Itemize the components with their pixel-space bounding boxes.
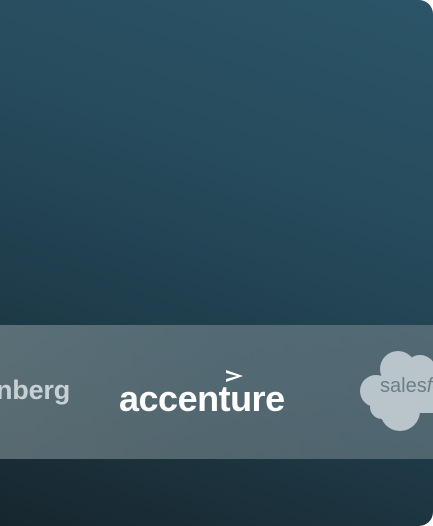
hero-card: nberg accenture salesfo bbox=[0, 0, 433, 526]
salesforce-text-regular: sales bbox=[380, 375, 427, 397]
accenture-logo: accenture bbox=[119, 378, 285, 419]
salesforce-text-italic: fo bbox=[426, 375, 433, 397]
bloomberg-logo: nberg bbox=[0, 375, 71, 405]
client-logo-strip: nberg accenture salesfo bbox=[0, 325, 433, 459]
salesforce-logo-text: salesfo bbox=[380, 375, 433, 398]
